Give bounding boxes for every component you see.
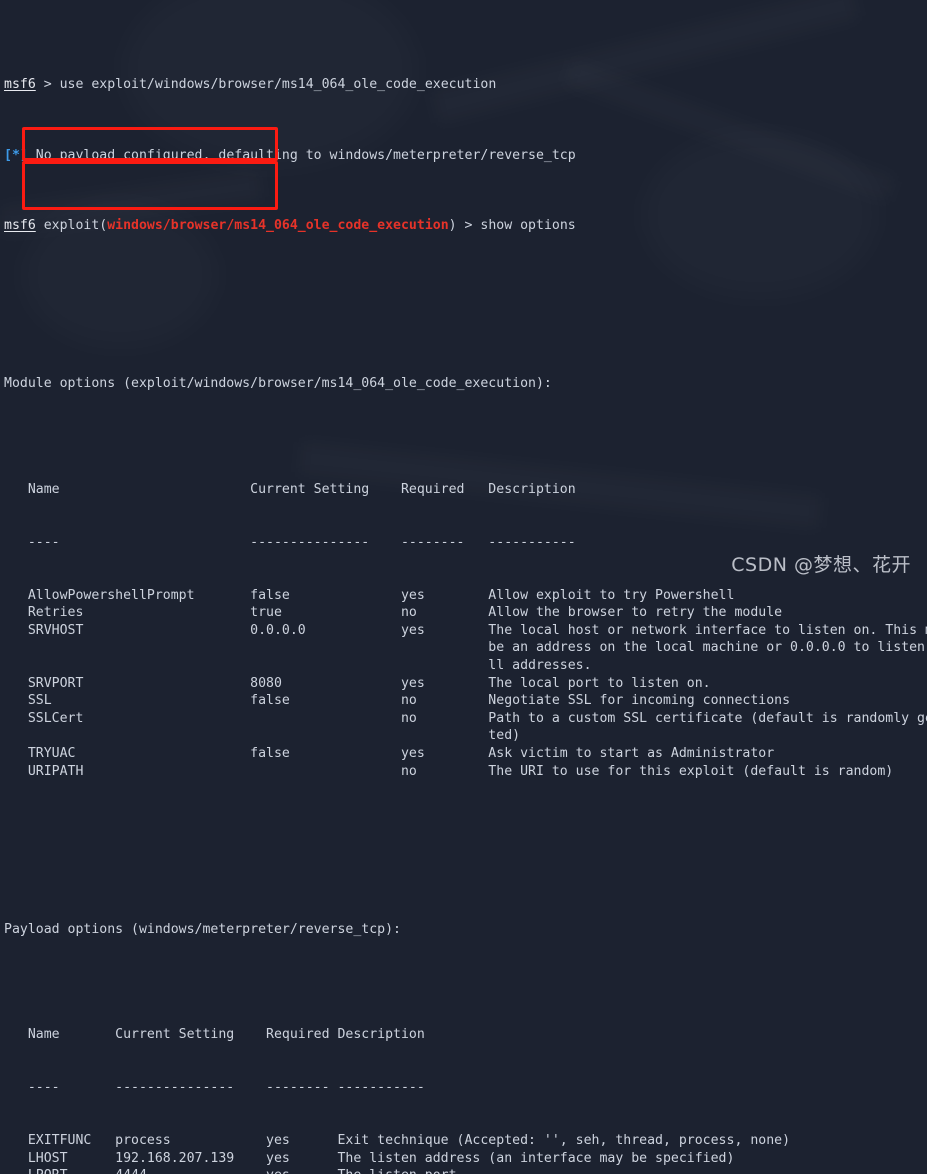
command-line-show-options: msf6 exploit(windows/browser/ms14_064_ol… bbox=[4, 217, 927, 235]
exploit-context-open: exploit( bbox=[35, 218, 108, 234]
info-line-no-payload: [*] No payload configured, defaulting to… bbox=[4, 147, 927, 165]
payload-options-header-row: Name Current Setting Required Descriptio… bbox=[4, 1027, 425, 1043]
command-line-use: msf6 > use exploit/windows/browser/ms14_… bbox=[4, 76, 927, 94]
prompt-separator: > bbox=[456, 218, 481, 234]
active-module-name: windows/browser/ms14_064_ole_code_execut… bbox=[107, 218, 449, 234]
module-options-table-body: AllowPowershellPrompt false yes Allow ex… bbox=[27, 587, 927, 779]
module-options-heading: Module options (exploit/windows/browser/… bbox=[4, 376, 552, 392]
prompt-separator: > bbox=[35, 77, 60, 93]
payload-options-header-rule: ---- --------------- -------- ----------… bbox=[4, 1080, 425, 1096]
command-text: show options bbox=[480, 218, 576, 234]
payload-options-table-body: EXITFUNC process yes Exit technique (Acc… bbox=[27, 1133, 791, 1174]
terminal-output[interactable]: msf6 > use exploit/windows/browser/ms14_… bbox=[0, 0, 927, 1174]
command-text: use exploit/windows/browser/ms14_064_ole… bbox=[59, 77, 497, 93]
info-marker-icon: [*] bbox=[4, 147, 28, 163]
csdn-watermark: CSDN @梦想、花开 bbox=[731, 554, 911, 576]
module-options-header-rule: ---- --------------- -------- ----------… bbox=[4, 534, 576, 550]
module-options-header-row: Name Current Setting Required Descriptio… bbox=[4, 482, 576, 498]
msf-prompt: msf6 bbox=[4, 218, 36, 234]
payload-options-heading: Payload options (windows/meterpreter/rev… bbox=[4, 921, 401, 937]
exploit-context-close: ) bbox=[448, 218, 457, 234]
msf-prompt: msf6 bbox=[4, 77, 36, 93]
info-text: No payload configured, defaulting to win… bbox=[27, 147, 576, 163]
